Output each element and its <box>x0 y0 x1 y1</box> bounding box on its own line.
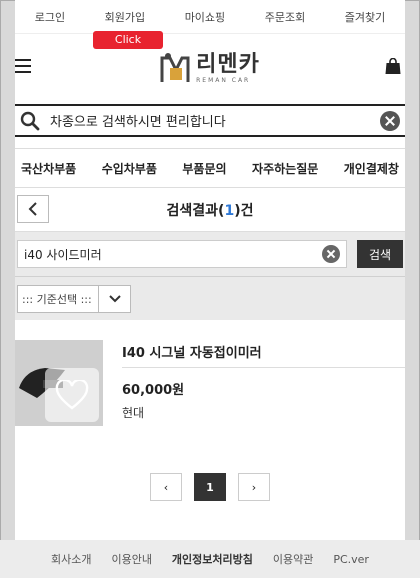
refine-search-button[interactable]: 검색 <box>357 240 403 268</box>
nav-item-faq[interactable]: 자주하는질문 <box>252 160 318 177</box>
nav-item-import-parts[interactable]: 수입차부품 <box>102 160 157 177</box>
sort-row: ::: 기준선택 ::: <box>15 276 405 320</box>
back-button[interactable] <box>17 195 49 223</box>
shopping-bag-icon[interactable] <box>385 58 401 74</box>
product-info: I40 시그널 자동접이미러 60,000원 현대 <box>122 340 405 428</box>
footer-privacy-link[interactable]: 개인정보처리방침 <box>172 551 253 567</box>
logo-mark-icon <box>160 53 190 82</box>
footer-terms-link[interactable]: 이용약관 <box>273 551 313 567</box>
clear-refine-icon[interactable] <box>322 245 340 263</box>
signup-link[interactable]: 회원가입 <box>105 9 145 25</box>
nav-item-parts-inquiry[interactable]: 부품문의 <box>182 160 226 177</box>
chevron-down-icon[interactable] <box>98 285 130 312</box>
product-image[interactable] <box>15 340 103 426</box>
product-name[interactable]: I40 시그널 자동접이미러 <box>122 342 405 368</box>
site-logo[interactable]: 리멘카 REMAN CAR <box>160 52 260 84</box>
clear-search-icon[interactable] <box>380 110 400 131</box>
result-title: 검색결과(1)건 <box>15 200 405 220</box>
nav-item-domestic-parts[interactable]: 국산차부품 <box>21 160 76 177</box>
result-title-prefix: 검색결과( <box>166 202 225 219</box>
mobile-page: 로그인 회원가입 마이쇼핑 주문조회 즐겨찾기 Click 리멘카 REMAN … <box>15 0 405 578</box>
site-header: 리멘카 REMAN CAR <box>15 34 405 102</box>
footer-guide-link[interactable]: 이용안내 <box>111 551 151 567</box>
logo-subtext: REMAN CAR <box>196 76 251 84</box>
top-utility-bar: 로그인 회원가입 마이쇼핑 주문조회 즐겨찾기 Click <box>15 0 405 49</box>
page-1-button[interactable]: 1 <box>194 473 226 501</box>
footer-pc-version-link[interactable]: PC.ver <box>333 553 369 566</box>
logo-text: 리멘카 <box>196 51 260 77</box>
search-input[interactable]: 차종으로 검색하시면 편리합니다 <box>50 111 380 130</box>
search-bar[interactable]: 차종으로 검색하시면 편리합니다 <box>15 104 405 137</box>
click-badge[interactable]: Click <box>93 31 163 49</box>
result-header: 검색결과(1)건 <box>15 188 405 232</box>
next-page-button[interactable]: › <box>238 473 270 501</box>
myshopping-link[interactable]: 마이쇼핑 <box>185 9 225 25</box>
chevron-left-icon <box>28 202 37 216</box>
refine-search-input[interactable]: i40 사이드미러 <box>17 240 347 268</box>
order-lookup-link[interactable]: 주문조회 <box>265 9 305 25</box>
product-brand: 현대 <box>122 406 145 420</box>
product-price: 60,000원 <box>122 383 185 398</box>
product-item[interactable]: I40 시그널 자동접이미러 60,000원 현대 <box>15 340 405 428</box>
sort-selected-label: ::: 기준선택 ::: <box>22 292 92 306</box>
search-icon[interactable] <box>20 111 40 131</box>
nav-item-personal-payment[interactable]: 개인결제창 <box>344 160 399 177</box>
pagination: ‹ 1 › <box>15 473 405 501</box>
sort-select[interactable]: ::: 기준선택 ::: <box>17 284 131 313</box>
menu-icon[interactable] <box>15 59 31 73</box>
result-title-suffix: )건 <box>234 202 254 219</box>
wishlist-heart-icon[interactable] <box>45 368 99 422</box>
login-link[interactable]: 로그인 <box>35 9 65 25</box>
bookmark-link[interactable]: 즐겨찾기 <box>345 9 385 25</box>
site-footer: 회사소개 이용안내 개인정보처리방침 이용약관 PC.ver <box>15 540 405 578</box>
refine-search-value: i40 사이드미러 <box>24 247 102 262</box>
refine-search-row: i40 사이드미러 검색 <box>15 232 405 276</box>
footer-company-link[interactable]: 회사소개 <box>51 551 91 567</box>
result-count: 1 <box>224 202 235 219</box>
prev-page-button[interactable]: ‹ <box>150 473 182 501</box>
category-nav: 국산차부품 수입차부품 부품문의 자주하는질문 개인결제창 <box>15 148 405 188</box>
